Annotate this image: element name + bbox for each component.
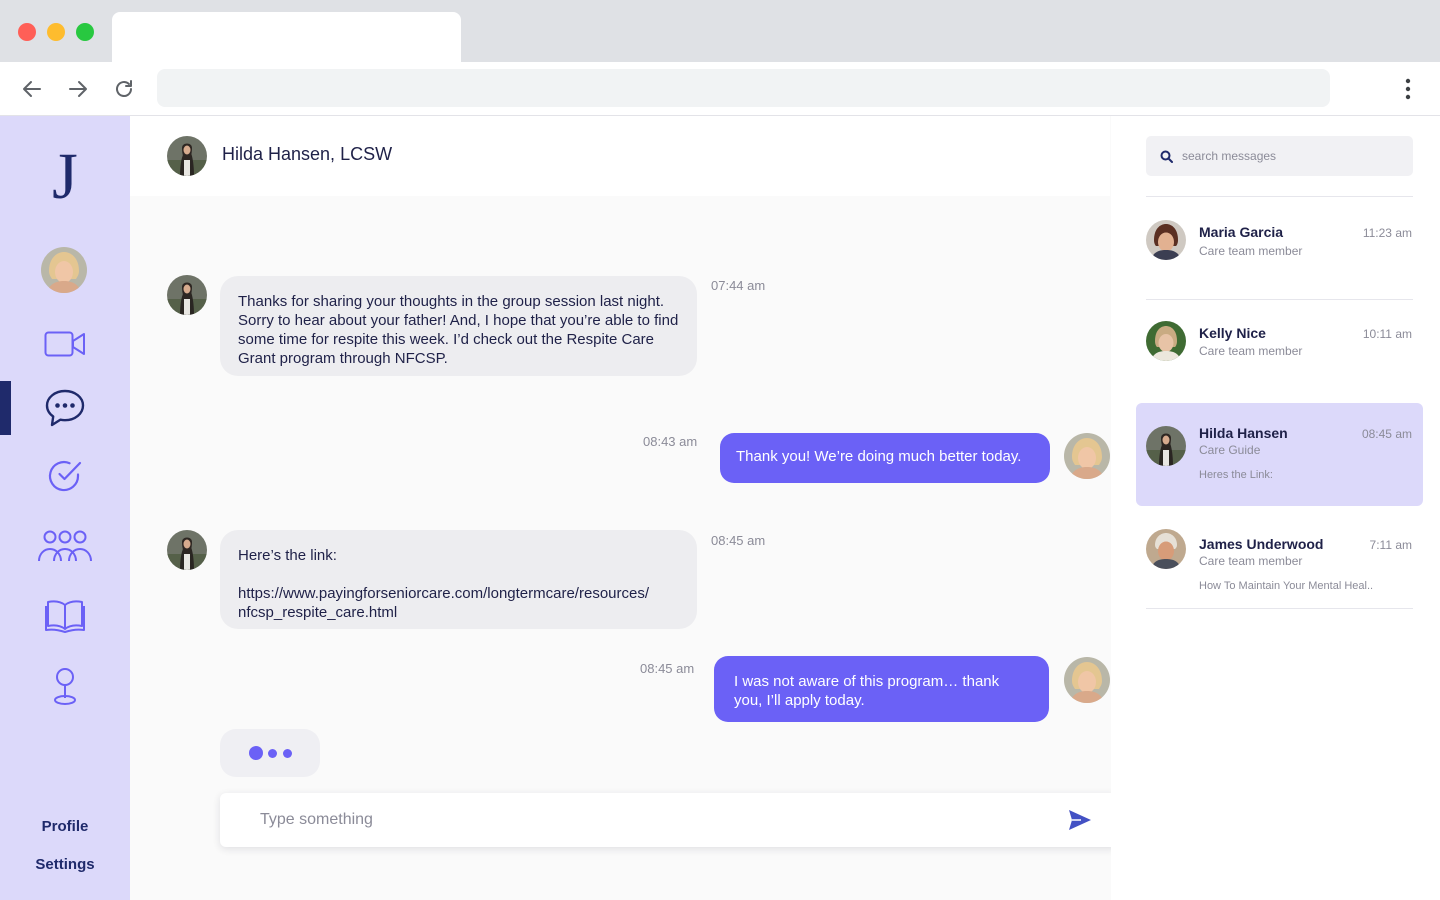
typing-indicator	[220, 729, 320, 777]
chat-header: Hilda Hansen, LCSW	[130, 116, 1110, 196]
message-preview: How To Maintain Your Mental Heal..	[1199, 580, 1374, 592]
message-time: 08:43 am	[643, 434, 698, 449]
user-avatar[interactable]	[41, 247, 87, 293]
conversation-item-james-underwood[interactable]: James Underwood Care team member 7:11 am…	[1136, 516, 1423, 606]
divider	[1146, 608, 1413, 609]
my-avatar	[1064, 657, 1110, 703]
search-box	[1146, 136, 1413, 176]
contact-role: Care team member	[1199, 344, 1303, 358]
sender-avatar	[167, 275, 207, 315]
browser-toolbar	[0, 62, 1440, 116]
conversation-item-maria-garcia[interactable]: Maria Garcia Care team member 11:23 am	[1136, 206, 1423, 296]
message-bubble-outgoing: Thank you! We’re doing much better today…	[720, 433, 1050, 483]
reload-icon[interactable]	[110, 75, 138, 103]
conversation-time: 7:11 am	[1369, 538, 1412, 552]
search-icon	[1160, 150, 1173, 163]
message-bubble-outgoing: I was not aware of this program… thank y…	[714, 656, 1049, 722]
close-window-button[interactable]	[18, 23, 36, 41]
sender-avatar	[167, 530, 207, 570]
contact-avatar	[1146, 426, 1186, 466]
conversation-time: 08:45 am	[1361, 427, 1412, 441]
search-input[interactable]	[1182, 136, 1402, 176]
conversation-time: 11:23 am	[1362, 226, 1412, 240]
maximize-window-button[interactable]	[76, 23, 94, 41]
profile-link[interactable]: Profile	[0, 818, 130, 835]
divider	[1146, 299, 1413, 300]
contact-name: Kelly Nice	[1199, 325, 1266, 341]
app-logo[interactable]: J	[0, 144, 130, 210]
message-composer	[220, 793, 1118, 847]
messages-icon[interactable]	[35, 384, 95, 432]
contact-avatar[interactable]	[167, 136, 207, 176]
resources-book-icon[interactable]	[35, 592, 95, 640]
contact-name: Hilda Hansen	[1199, 425, 1288, 441]
contact-role: Care Guide	[1199, 443, 1261, 457]
conversation-time: 10:11 am	[1362, 327, 1412, 341]
contact-role: Care team member	[1199, 554, 1303, 568]
contact-avatar	[1146, 220, 1186, 260]
conversation-list-panel: Maria Garcia Care team member 11:23 am K…	[1111, 116, 1440, 900]
community-group-icon[interactable]	[35, 522, 95, 570]
active-nav-indicator	[0, 381, 11, 435]
message-preview: Heres the Link:	[1199, 469, 1273, 481]
browser-tab[interactable]	[112, 12, 461, 62]
contact-name: James Underwood	[1199, 536, 1324, 552]
typing-dot	[283, 749, 292, 758]
tasks-check-icon[interactable]	[35, 452, 95, 500]
contact-avatar	[1146, 321, 1186, 361]
typing-dot	[249, 746, 263, 760]
message-bubble-incoming: Thanks for sharing your thoughts in the …	[220, 276, 697, 376]
message-time: 08:45 am	[711, 533, 766, 548]
typing-dot	[268, 749, 277, 758]
more-options-icon[interactable]	[1396, 75, 1420, 103]
contact-name: Hilda Hansen, LCSW	[222, 144, 393, 164]
my-avatar	[1064, 433, 1110, 479]
message-time: 08:45 am	[640, 661, 695, 676]
message-link[interactable]: https://www.payingforseniorcare.com/long…	[238, 584, 679, 622]
contact-role: Care team member	[1199, 244, 1303, 258]
video-call-icon[interactable]	[35, 320, 95, 368]
message-input[interactable]	[240, 793, 1040, 847]
conversation-item-kelly-nice[interactable]: Kelly Nice Care team member 10:11 am	[1136, 308, 1423, 398]
contact-name: Maria Garcia	[1199, 224, 1284, 240]
forward-arrow-icon[interactable]	[64, 75, 92, 103]
message-bubble-incoming: Here’s the link: https://www.payingforse…	[220, 530, 697, 629]
conversation-item-hilda-hansen[interactable]: Hilda Hansen Care Guide 08:45 am Heres t…	[1136, 403, 1423, 506]
back-arrow-icon[interactable]	[18, 75, 46, 103]
browser-titlebar	[0, 0, 1440, 62]
minimize-window-button[interactable]	[47, 23, 65, 41]
settings-link[interactable]: Settings	[0, 856, 130, 873]
location-pin-icon[interactable]	[35, 662, 95, 710]
address-bar[interactable]	[157, 69, 1330, 107]
message-text: Here’s the link:	[238, 547, 337, 564]
left-nav: J Profile Settings	[0, 116, 130, 900]
contact-avatar	[1146, 529, 1186, 569]
divider	[1146, 196, 1413, 197]
message-time: 07:44 am	[711, 278, 766, 293]
send-icon[interactable]	[1065, 806, 1095, 834]
